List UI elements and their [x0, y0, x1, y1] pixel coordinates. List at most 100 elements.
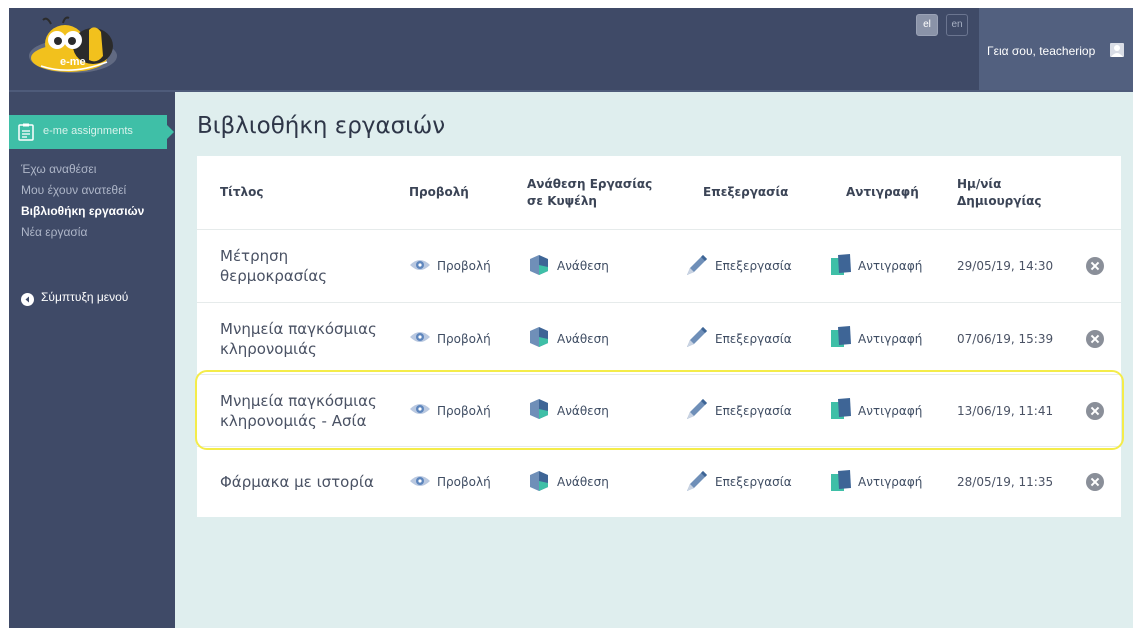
assign-label: Ανάθεση	[557, 259, 609, 273]
column-copy: Αντιγραφή	[846, 185, 919, 199]
copy-icon	[830, 325, 852, 352]
hive-icon	[527, 397, 551, 424]
sidebar-app-assignments[interactable]: e-me assignments	[9, 115, 174, 149]
user-menu[interactable]: Γεια σου, teacheriop	[979, 8, 1133, 92]
copy-button[interactable]: Αντιγραφή	[830, 303, 922, 374]
pencil-icon	[683, 469, 709, 496]
edit-button[interactable]: Επεξεργασία	[683, 447, 792, 517]
sidebar-item-new-assignment[interactable]: Νέα εργασία	[9, 222, 175, 243]
assignment-title-line1: Μνημεία παγκόσμιας	[220, 391, 377, 410]
view-label: Προβολή	[437, 259, 491, 273]
close-circle-icon	[1086, 257, 1104, 275]
table-row: Μέτρηση θερμοκρασίας Προβολή Ανάθεση Επεξ…	[197, 230, 1121, 303]
column-created: Ημ/νία Δημιουργίας	[957, 156, 1041, 229]
sidebar-item-assigned-by-me[interactable]: Έχω αναθέσει	[9, 159, 175, 180]
assignment-title-line1: Φάρμακα με ιστορία	[220, 473, 374, 491]
table-row: Μνημεία παγκόσμιας κληρονομιάς Προβολή Αν…	[197, 303, 1121, 375]
assignment-title[interactable]: Μέτρηση θερμοκρασίας	[220, 230, 400, 302]
column-created-line1: Ημ/νία	[957, 176, 1002, 191]
copy-icon	[830, 253, 852, 280]
created-date: 13/06/19, 11:41	[957, 403, 1054, 418]
close-circle-icon	[1086, 473, 1104, 491]
copy-button[interactable]: Αντιγραφή	[830, 375, 922, 446]
view-button[interactable]: Προβολή	[409, 303, 491, 374]
assignment-title-line2: κληρονομιάς	[220, 339, 317, 358]
pencil-icon	[683, 397, 709, 424]
copy-label: Αντιγραφή	[858, 475, 923, 489]
edit-label: Επεξεργασία	[715, 331, 792, 346]
assignment-title-line2: κληρονομιάς - Ασία	[220, 411, 367, 430]
view-button[interactable]: Προβολή	[409, 447, 491, 517]
edit-label: Επεξεργασία	[715, 475, 792, 489]
copy-button[interactable]: Αντιγραφή	[830, 447, 922, 517]
table-header: Τίτλος Προβολή Ανάθεση Εργασίας σε Κυψέλη…	[197, 156, 1121, 230]
column-assign: Ανάθεση Εργασίας σε Κυψέλη	[527, 156, 652, 229]
user-greeting: Γεια σου, teacheriop	[987, 44, 1096, 58]
eye-icon	[409, 474, 431, 491]
assign-label: Ανάθεση	[557, 475, 609, 489]
collapse-menu-button[interactable]: Σύμπτυξη μενού	[9, 286, 175, 310]
assignment-title-line1: Μέτρηση	[220, 247, 289, 265]
delete-button[interactable]	[1086, 230, 1104, 302]
edit-button[interactable]: Επεξεργασία	[683, 303, 792, 374]
clipboard-icon	[18, 123, 34, 141]
header-divider	[9, 90, 1133, 92]
edit-label: Επεξεργασία	[715, 403, 792, 418]
assign-label: Ανάθεση	[557, 331, 609, 346]
e-me-logo[interactable]: e-me	[23, 14, 133, 82]
created-date: 28/05/19, 11:35	[957, 475, 1054, 489]
assignment-title[interactable]: Μνημεία παγκόσμιας κληρονομιάς	[220, 303, 400, 374]
top-bar: e-me el en Γεια σου, teacheriop	[9, 8, 1133, 92]
view-button[interactable]: Προβολή	[409, 230, 491, 302]
created-date: 07/06/19, 15:39	[957, 331, 1054, 346]
table-row: Φάρμακα με ιστορία Προβολή Ανάθεση Επεξε…	[197, 447, 1121, 517]
hive-icon	[527, 469, 551, 496]
close-circle-icon	[1086, 329, 1104, 348]
copy-icon	[830, 469, 852, 496]
delete-button[interactable]	[1086, 375, 1104, 446]
edit-button[interactable]: Επεξεργασία	[683, 375, 792, 446]
lang-el-button[interactable]: el	[916, 14, 938, 36]
delete-button[interactable]	[1086, 447, 1104, 517]
logo-text: e-me	[60, 56, 86, 68]
assignment-title[interactable]: Φάρμακα με ιστορία	[220, 447, 400, 517]
view-label: Προβολή	[437, 475, 491, 489]
sidebar-item-assigned-to-me[interactable]: Μου έχουν ανατεθεί	[9, 180, 175, 201]
lang-en-button[interactable]: en	[946, 14, 968, 36]
assignment-title-line2: θερμοκρασίας	[220, 267, 328, 285]
eye-icon	[409, 258, 431, 275]
created-date: 29/05/19, 14:30	[957, 259, 1054, 273]
column-assign-line2: σε Κυψέλη	[527, 193, 597, 208]
sidebar-app-label: e-me assignments	[43, 125, 133, 137]
edit-button[interactable]: Επεξεργασία	[683, 230, 792, 302]
chevron-left-circle-icon	[21, 291, 34, 306]
delete-button[interactable]	[1086, 303, 1104, 374]
view-label: Προβολή	[437, 331, 491, 346]
collapse-menu-label: Σύμπτυξη μενού	[41, 290, 129, 304]
view-label: Προβολή	[437, 403, 491, 418]
edit-label: Επεξεργασία	[715, 259, 792, 273]
assign-button[interactable]: Ανάθεση	[527, 230, 609, 302]
column-edit: Επεξεργασία	[703, 185, 789, 199]
assignment-title[interactable]: Μνημεία παγκόσμιας κληρονομιάς - Ασία	[220, 375, 400, 446]
copy-label: Αντιγραφή	[858, 403, 923, 418]
view-button[interactable]: Προβολή	[409, 375, 491, 446]
copy-button[interactable]: Αντιγραφή	[830, 230, 922, 302]
assign-button[interactable]: Ανάθεση	[527, 303, 609, 374]
column-view: Προβολή	[409, 185, 469, 199]
hive-icon	[527, 325, 551, 352]
column-assign-line1: Ανάθεση Εργασίας	[527, 176, 653, 191]
column-title: Τίτλος	[220, 185, 264, 199]
sidebar: e-me assignments Έχω αναθέσει Μου έχουν …	[9, 92, 175, 628]
sidebar-item-library[interactable]: Βιβλιοθήκη εργασιών	[9, 201, 175, 222]
column-created-line2: Δημιουργίας	[957, 193, 1042, 208]
eye-icon	[409, 330, 431, 347]
close-circle-icon	[1086, 401, 1104, 420]
copy-label: Αντιγραφή	[858, 259, 923, 273]
eye-icon	[409, 402, 431, 419]
sidebar-nav: Έχω αναθέσει Μου έχουν ανατεθεί Βιβλιοθή…	[9, 159, 175, 245]
copy-icon	[830, 397, 852, 424]
assign-button[interactable]: Ανάθεση	[527, 375, 609, 446]
hive-icon	[527, 253, 551, 280]
assign-button[interactable]: Ανάθεση	[527, 447, 609, 517]
